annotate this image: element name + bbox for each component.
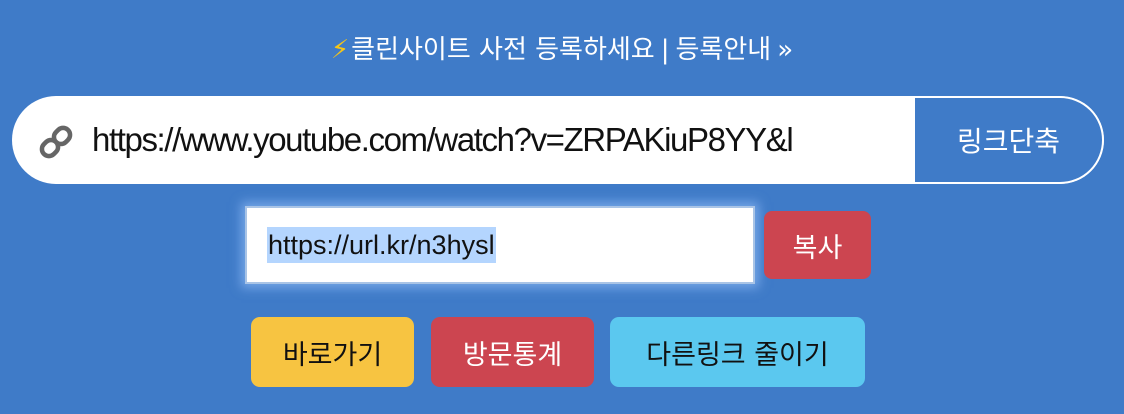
registration-guide-link[interactable]: 등록안내» — [676, 35, 794, 65]
notice-banner: ⚡클린사이트 사전 등록하세요 | 등록안내» — [0, 32, 1124, 68]
copy-button[interactable]: 복사 — [764, 211, 871, 279]
registration-guide-label: 등록안내 — [675, 35, 772, 65]
shorten-link-button[interactable]: 링크단축 — [913, 96, 1104, 184]
double-chevron-right-icon: » — [777, 35, 794, 65]
link-icon — [36, 122, 76, 162]
go-to-button[interactable]: 바로가기 — [251, 317, 414, 387]
shorten-another-button[interactable]: 다른링크 줄이기 — [610, 317, 865, 387]
notice-separator: | — [660, 35, 670, 65]
long-url-input[interactable] — [92, 112, 842, 168]
visit-stats-button[interactable]: 방문통계 — [431, 317, 594, 387]
short-url-field[interactable]: https://url.kr/n3hysl — [245, 206, 755, 284]
short-url-text[interactable]: https://url.kr/n3hysl — [267, 227, 496, 263]
notice-text: 클린사이트 사전 등록하세요 — [351, 35, 655, 65]
url-shortener-bar: 링크단축 — [12, 96, 1104, 184]
lightning-icon: ⚡ — [330, 35, 350, 65]
